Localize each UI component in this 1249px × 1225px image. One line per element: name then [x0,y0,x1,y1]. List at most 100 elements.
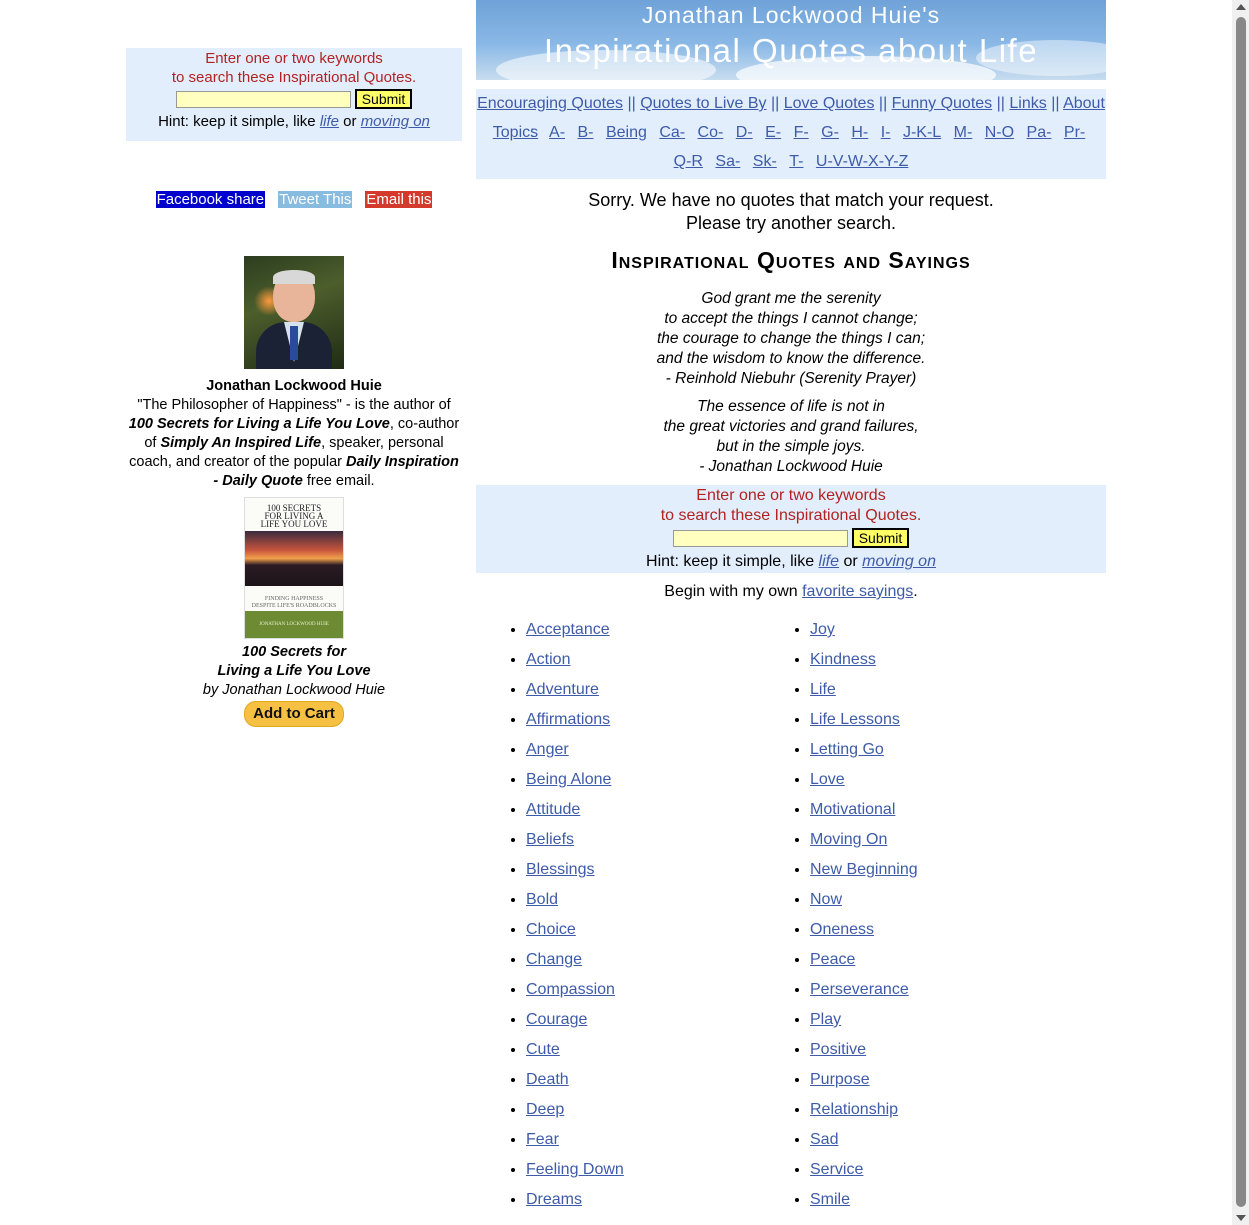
topic-link[interactable]: Acceptance [526,621,610,638]
topic-link[interactable]: Choice [526,921,576,938]
topic-link[interactable]: Letting Go [810,741,884,758]
site-banner[interactable]: Jonathan Lockwood Huie's Inspirational Q… [476,0,1106,80]
topic-link[interactable]: Fear [526,1131,559,1148]
topic-link[interactable]: Oneness [810,921,874,938]
topic-link[interactable]: Anger [526,741,569,758]
book-cover[interactable]: 100 SECRETS FOR LIVING A LIFE YOU LOVE F… [244,497,344,639]
topic-link[interactable]: Now [810,891,842,908]
topic-index-ca[interactable]: Ca- [659,124,685,141]
topic-link[interactable]: Feeling Down [526,1161,624,1178]
topic-index-no[interactable]: N-O [985,124,1014,141]
topic-link[interactable]: Positive [810,1041,866,1058]
topic-link[interactable]: Service [810,1161,863,1178]
topic-link[interactable]: Deep [526,1101,564,1118]
topic-index-qr[interactable]: Q-R [674,153,703,170]
book-title-line2: Living a Life You Love [217,663,371,679]
topic-list-item: Being Alone [526,765,791,795]
quote-author: - Jonathan Lockwood Huie [699,458,883,475]
topic-link[interactable]: Kindness [810,651,876,668]
topic-link[interactable]: Blessings [526,861,594,878]
topic-link[interactable]: Adventure [526,681,599,698]
topic-link[interactable]: Being Alone [526,771,611,788]
nav-about[interactable]: About [1063,95,1105,112]
hint-link-moving-on[interactable]: moving on [361,113,430,130]
book-cover-author: JONATHAN LOCKWOOD HUIE [245,611,343,638]
facebook-share-button[interactable]: Facebook share [155,191,266,208]
topic-list-item: Moving On [810,825,1075,855]
topic-link[interactable]: Life Lessons [810,711,900,728]
topic-index-b[interactable]: B- [577,124,593,141]
topic-link[interactable]: Perseverance [810,981,909,998]
topic-index-being[interactable]: Being [606,124,647,141]
add-to-cart-button[interactable]: Add to Cart [244,701,344,727]
email-share-button[interactable]: Email this [365,191,433,208]
topic-index-pa[interactable]: Pa- [1027,124,1052,141]
sidebar-submit-button[interactable]: Submit [354,89,413,109]
banner-line2: Inspirational Quotes about Life [543,32,1039,69]
topic-index-i[interactable]: I- [881,124,891,141]
topic-list-item: Attitude [526,795,791,825]
sidebar-search-input[interactable] [175,90,351,108]
topic-link[interactable]: Life [810,681,836,698]
tweet-button[interactable]: Tweet This [278,191,353,208]
topic-list-item: Anger [526,735,791,765]
topic-link[interactable]: Joy [810,621,835,638]
topic-index-g[interactable]: G- [821,124,839,141]
topic-link[interactable]: Action [526,651,570,668]
topic-index-d[interactable]: D- [736,124,753,141]
search-prompt-line2: to search these Inspirational Quotes. [660,507,922,524]
scroll-up-arrow-icon[interactable] [1236,4,1246,10]
topic-index-sk[interactable]: Sk- [753,153,777,170]
topic-link[interactable]: Beliefs [526,831,574,848]
topic-index-h[interactable]: H- [851,124,868,141]
favorite-sayings-link[interactable]: favorite sayings [802,583,913,600]
topic-index-t[interactable]: T- [789,153,803,170]
topic-link[interactable]: Smile [810,1191,850,1208]
topic-link[interactable]: Affirmations [526,711,610,728]
scroll-down-arrow-icon[interactable] [1236,1215,1246,1221]
topic-link[interactable]: Peace [810,951,855,968]
topic-index-m[interactable]: M- [954,124,973,141]
topic-link[interactable]: Play [810,1011,841,1028]
search-hint: Hint: keep it simple, like life or movin… [646,553,936,570]
topic-link[interactable]: Relationship [810,1101,898,1118]
topic-link[interactable]: New Beginning [810,861,918,878]
topic-link[interactable]: Love [810,771,845,788]
hint-link-life[interactable]: life [320,113,339,130]
author-photo[interactable] [244,256,344,369]
topic-link[interactable]: Attitude [526,801,580,818]
topic-link[interactable]: Compassion [526,981,615,998]
topic-link[interactable]: Motivational [810,801,895,818]
topic-index-co[interactable]: Co- [698,124,724,141]
topic-index-a[interactable]: A- [549,124,565,141]
topic-list-item: Positive [810,1035,1075,1065]
main-submit-button[interactable]: Submit [851,528,910,548]
topic-link[interactable]: Bold [526,891,558,908]
nav-links[interactable]: Links [1009,95,1046,112]
nav-love-quotes[interactable]: Love Quotes [784,95,875,112]
nav-funny-quotes[interactable]: Funny Quotes [892,95,993,112]
hint-link-moving-on[interactable]: moving on [862,553,936,570]
topic-index-e[interactable]: E- [765,124,781,141]
nav-encouraging-quotes[interactable]: Encouraging Quotes [477,95,623,112]
topic-link[interactable]: Dreams [526,1191,582,1208]
nav-quotes-to-live-by[interactable]: Quotes to Live By [640,95,766,112]
main-search-input[interactable] [672,529,848,547]
topic-link[interactable]: Cute [526,1041,560,1058]
topic-list-item: Affirmations [526,705,791,735]
topic-index-uvwxyz[interactable]: U-V-W-X-Y-Z [816,153,908,170]
topic-index-f[interactable]: F- [794,124,809,141]
topic-list-item: Oneness [810,915,1075,945]
topic-index-pr[interactable]: Pr- [1064,124,1085,141]
topic-index-sa[interactable]: Sa- [715,153,740,170]
topic-link[interactable]: Purpose [810,1071,870,1088]
scrollbar-thumb[interactable] [1236,17,1246,1207]
topic-link[interactable]: Change [526,951,582,968]
topic-link[interactable]: Death [526,1071,569,1088]
topic-link[interactable]: Moving On [810,831,887,848]
topic-link[interactable]: Courage [526,1011,587,1028]
vertical-scrollbar[interactable] [1232,0,1249,1225]
topic-index-jkl[interactable]: J-K-L [903,124,941,141]
topic-link[interactable]: Sad [810,1131,838,1148]
hint-link-life[interactable]: life [819,553,839,570]
